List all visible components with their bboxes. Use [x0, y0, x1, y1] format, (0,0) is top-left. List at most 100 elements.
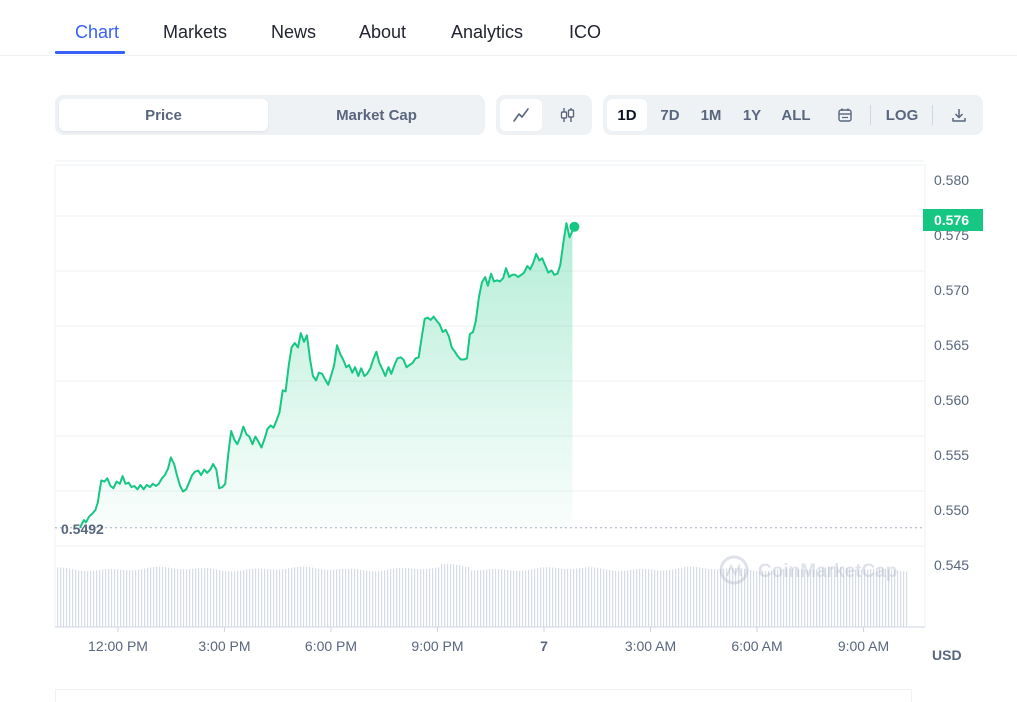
volume-bar: [516, 570, 518, 627]
volume-bar: [528, 569, 530, 627]
volume-bar: [228, 571, 230, 627]
volume-bar: [525, 570, 527, 627]
volume-bar: [417, 569, 419, 627]
volume-bar: [300, 566, 302, 627]
volume-bar: [273, 569, 275, 627]
volume-bar: [282, 569, 284, 627]
volume-bar: [123, 569, 125, 627]
volume-bar: [84, 571, 86, 627]
volume-bar: [336, 569, 338, 627]
volume-bar: [465, 566, 467, 627]
volume-bar: [168, 567, 170, 627]
volume-bar: [408, 568, 410, 627]
volume-bar: [456, 564, 458, 627]
volume-bar: [150, 567, 152, 627]
volume-bar: [906, 571, 908, 627]
volume-bar: [171, 568, 173, 627]
currency-label: USD: [932, 647, 962, 663]
volume-bar: [297, 566, 299, 627]
price-chart: CoinMarketCap 0.580 0.575 0.570 0.565 0.560 0…: [0, 0, 1017, 702]
volume-bar: [375, 571, 377, 627]
watermark-text: CoinMarketCap: [758, 561, 897, 582]
volume-bar: [279, 569, 281, 627]
volume-bar: [345, 568, 347, 627]
volume-bar: [471, 570, 473, 627]
volume-bar: [675, 568, 677, 627]
volume-bar: [636, 569, 638, 627]
volume-bar: [294, 567, 296, 627]
volume-bar: [498, 569, 500, 627]
volume-bar: [117, 569, 119, 627]
volume-bar: [699, 567, 701, 627]
volume-bar: [303, 566, 305, 627]
volume-bar: [231, 571, 233, 627]
volume-bar: [597, 567, 599, 627]
volume-bar: [129, 570, 131, 627]
volume-bar: [522, 570, 524, 627]
price-area: [80, 223, 573, 528]
volume-bar: [555, 567, 557, 627]
volume-bar: [684, 567, 686, 627]
volume-bar: [216, 569, 218, 627]
volume-bar: [192, 568, 194, 627]
volume-bar: [240, 570, 242, 627]
volume-bar: [534, 568, 536, 627]
volume-bar: [477, 570, 479, 627]
volume-bar: [501, 569, 503, 627]
volume-bar: [264, 568, 266, 627]
volume-bar: [546, 567, 548, 627]
x-tick-label: 7: [540, 638, 548, 654]
volume-bar: [366, 570, 368, 627]
volume-bar: [573, 568, 575, 627]
volume-bar: [900, 571, 902, 627]
volume-bar: [114, 569, 116, 627]
volume-bar: [702, 567, 704, 627]
bottom-stats-strip: [55, 689, 912, 702]
volume-bar: [492, 569, 494, 627]
volume-bar: [750, 569, 752, 627]
current-price-label: 0.576: [934, 212, 969, 228]
volume-bar: [543, 567, 545, 627]
volume-bar: [648, 569, 650, 627]
volume-bar: [639, 568, 641, 627]
volume-bar: [207, 568, 209, 627]
volume-bar: [312, 567, 314, 627]
volume-bar: [507, 570, 509, 627]
volume-bar: [390, 569, 392, 627]
x-tick-label: 3:00 AM: [625, 638, 676, 654]
current-price-badge: 0.576: [923, 209, 983, 231]
volume-bar: [411, 568, 413, 627]
volume-bar: [369, 571, 371, 627]
volume-bar: [429, 568, 431, 627]
volume-bar: [201, 568, 203, 627]
volume-bar: [183, 569, 185, 627]
volume-bar: [105, 569, 107, 627]
volume-bar: [606, 569, 608, 627]
volume-bar: [219, 570, 221, 627]
volume-bar: [153, 567, 155, 627]
volume-bar: [714, 569, 716, 627]
volume-bar: [222, 570, 224, 627]
volume-bar: [195, 568, 197, 627]
volume-bar: [87, 571, 89, 627]
volume-bar: [669, 569, 671, 627]
volume-bar: [315, 568, 317, 627]
volume-bar: [672, 569, 674, 627]
volume-bar: [354, 568, 356, 627]
volume-bar: [186, 569, 188, 627]
x-tick-label: 9:00 AM: [838, 638, 889, 654]
volume-bar: [570, 568, 572, 627]
volume-bar: [444, 563, 446, 627]
volume-bar: [396, 568, 398, 627]
volume-bar: [582, 567, 584, 627]
volume-bar: [234, 571, 236, 627]
volume-bar: [399, 567, 401, 627]
volume-bar: [591, 567, 593, 627]
volume-bar: [351, 568, 353, 627]
x-tick-label: 9:00 PM: [411, 638, 463, 654]
volume-bar: [552, 567, 554, 627]
volume-bar: [252, 568, 254, 627]
volume-bar: [255, 568, 257, 627]
price-chart-svg[interactable]: CoinMarketCap 0.5800.5750.5700.5650.5600…: [0, 0, 1017, 702]
volume-bar: [441, 564, 443, 627]
